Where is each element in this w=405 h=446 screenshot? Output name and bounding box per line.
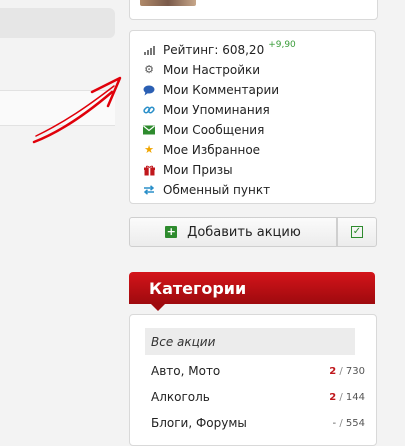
- envelope-icon: [143, 124, 155, 136]
- category-name: Алкоголь: [151, 390, 210, 404]
- menu-item-exchange[interactable]: Обменный пункт: [143, 180, 296, 200]
- header-notch: [151, 304, 165, 311]
- gear-icon: ⚙: [144, 63, 154, 76]
- category-total-count: 144: [345, 391, 365, 403]
- menu-item-label: Мои Комментарии: [163, 83, 280, 97]
- menu-item-messages[interactable]: Мои Сообщения: [143, 120, 296, 140]
- exchange-icon: [143, 184, 155, 196]
- checkbox-check-icon: ✓: [351, 226, 363, 238]
- category-new-count: 2: [329, 391, 337, 403]
- gift-icon: [143, 164, 155, 176]
- category-item[interactable]: Авто, Мото 2 / 730: [151, 361, 365, 381]
- category-item[interactable]: Блоги, Форумы - / 554: [151, 413, 365, 433]
- menu-item-settings[interactable]: ⚙ Мои Настройки: [143, 60, 296, 80]
- check-button[interactable]: ✓: [337, 217, 377, 247]
- menu-item-label: Мои Настройки: [163, 63, 261, 77]
- categories-header: Категории: [129, 272, 375, 304]
- category-name: Блоги, Форумы: [151, 416, 247, 430]
- add-deal-row: + Добавить акцию ✓: [129, 217, 377, 247]
- avatar[interactable]: [140, 0, 196, 6]
- user-menu: Рейтинг: 608,20 +9,90 ⚙ Мои Настройки Мо…: [143, 40, 296, 200]
- star-icon: ★: [144, 143, 154, 156]
- menu-item-favorites[interactable]: ★ Мое Избранное: [143, 140, 296, 160]
- menu-item-label: Мои Сообщения: [163, 123, 265, 137]
- menu-item-prizes[interactable]: Мои Призы: [143, 160, 296, 180]
- menu-item-label: Обменный пункт: [163, 183, 271, 197]
- category-total-count: 730: [345, 365, 365, 377]
- link-icon: [143, 104, 155, 116]
- menu-item-label: Мои Упоминания: [163, 103, 270, 117]
- comment-icon: [143, 84, 155, 96]
- signal-bars-icon: [143, 44, 155, 56]
- annotation-arrow-icon: [32, 76, 122, 144]
- category-total-count: 554: [345, 417, 365, 429]
- rating-item[interactable]: Рейтинг: 608,20 +9,90: [143, 40, 296, 60]
- menu-item-label: Мое Избранное: [163, 143, 261, 157]
- category-counts: - / 554: [332, 417, 365, 429]
- menu-item-mentions[interactable]: Мои Упоминания: [143, 100, 296, 120]
- categories-list: Все акции Авто, Мото 2 / 730 Алкоголь 2 …: [129, 314, 377, 446]
- menu-item-comments[interactable]: Мои Комментарии: [143, 80, 296, 100]
- user-menu-card: Рейтинг: 608,20 +9,90 ⚙ Мои Настройки Мо…: [129, 30, 376, 204]
- add-deal-button[interactable]: + Добавить акцию: [129, 217, 337, 247]
- menu-item-label: Мои Призы: [163, 163, 233, 177]
- category-name: Авто, Мото: [151, 364, 221, 378]
- category-counts: 2 / 730: [329, 365, 365, 377]
- category-all-label: Все акции: [151, 334, 216, 349]
- category-counts: 2 / 144: [329, 391, 365, 403]
- left-header-bar: [0, 8, 115, 38]
- category-new-count: -: [332, 417, 337, 429]
- category-all[interactable]: Все акции: [145, 328, 355, 355]
- category-item[interactable]: Алкоголь 2 / 144: [151, 387, 365, 407]
- rating-delta: +9,90: [268, 40, 296, 50]
- rating-label: Рейтинг: 608,20: [163, 43, 265, 57]
- plus-icon: +: [165, 225, 178, 238]
- categories-title: Категории: [149, 278, 247, 298]
- category-new-count: 2: [329, 365, 337, 377]
- add-deal-label: Добавить акцию: [187, 224, 301, 240]
